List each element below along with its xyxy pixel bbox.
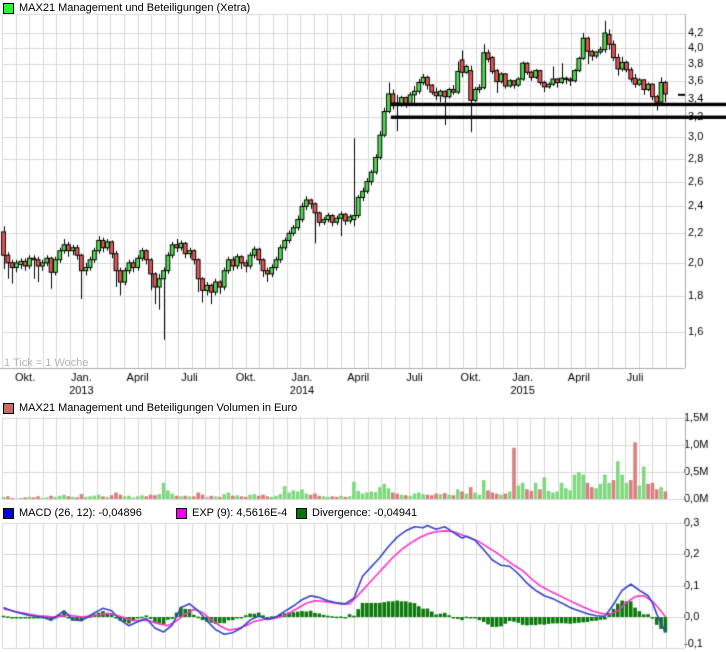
macd-legend-label: MACD (26, 12): -0,04896 — [19, 507, 142, 519]
macd-line-marker-icon — [3, 508, 14, 519]
macd-legend-item-divergence: Divergence: -0,04941 — [296, 507, 417, 519]
candlestick-volume-macd-canvas — [0, 0, 726, 652]
stock-chart-window: MAX21 Management und Beteiligungen (Xetr… — [0, 0, 726, 652]
volume-title: MAX21 Management und Beteiligungen Volum… — [19, 402, 297, 414]
volume-series-marker-icon — [3, 403, 14, 414]
price-series-marker-icon — [3, 3, 14, 14]
divergence-marker-icon — [296, 508, 307, 519]
tick-interval-note: 1 Tick = 1 Woche — [4, 357, 88, 369]
price-panel-header: MAX21 Management und Beteiligungen (Xetr… — [3, 2, 250, 14]
divergence-legend-label: Divergence: -0,04941 — [312, 507, 417, 519]
exp-line-marker-icon — [176, 508, 187, 519]
macd-legend-item-exp: EXP (9): 4,5616E-4 — [176, 507, 287, 519]
macd-legend-item-macd: MACD (26, 12): -0,04896 — [3, 507, 142, 519]
exp-legend-label: EXP (9): 4,5616E-4 — [192, 507, 287, 519]
chart-title: MAX21 Management und Beteiligungen (Xetr… — [19, 2, 250, 14]
volume-panel-header: MAX21 Management und Beteiligungen Volum… — [3, 402, 297, 414]
